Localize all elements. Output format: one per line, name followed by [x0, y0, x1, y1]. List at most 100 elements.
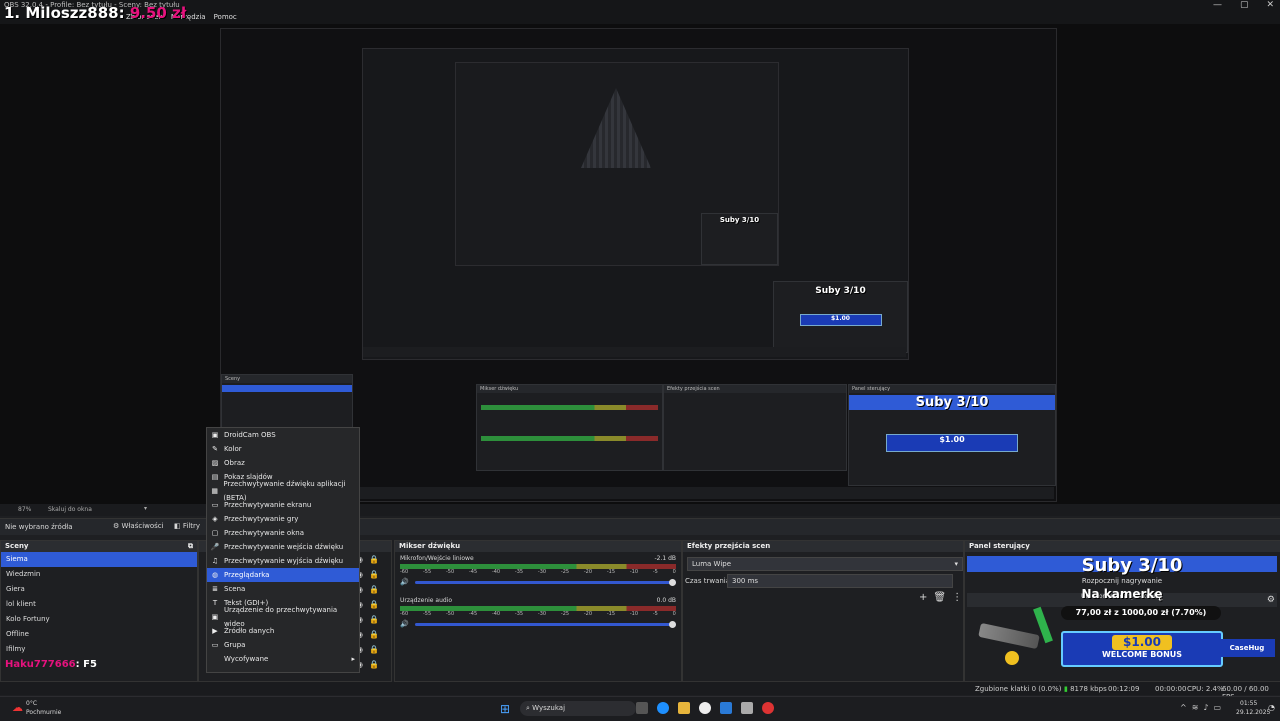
scale-tick: -45 [468, 569, 478, 575]
clock-time[interactable]: 01:55 [1240, 700, 1257, 707]
duration-input[interactable]: 300 ms [727, 574, 953, 588]
task-view-icon[interactable] [636, 702, 648, 714]
lock-icon[interactable]: 🔒 [369, 612, 379, 627]
chrome-icon[interactable] [762, 702, 774, 714]
context-menu-item[interactable]: ▨ Obraz [207, 456, 359, 470]
scene-item[interactable]: Giera [1, 582, 197, 597]
chevron-up-icon[interactable]: ^ [1180, 703, 1187, 712]
lock-icon[interactable]: 🔒 [369, 582, 379, 597]
taskbar-search[interactable]: ⌕ Wyszukaj [520, 701, 636, 716]
scale-tick: -40 [491, 611, 501, 617]
camera-icon: ▣ [211, 431, 219, 439]
volume-slider[interactable] [414, 578, 676, 586]
volume-slider[interactable] [414, 620, 676, 628]
widget-suby: Suby 3/10 [1081, 555, 1183, 576]
context-menu-item[interactable]: ◍ Przeglądarka [207, 568, 359, 582]
store-icon[interactable] [741, 702, 753, 714]
taskbar-apps [636, 702, 774, 714]
lock-icon[interactable]: 🔒 [369, 642, 379, 657]
clock-date[interactable]: 29.12.2025 [1236, 709, 1270, 716]
brush-icon: ✎ [212, 445, 218, 453]
bitrate: ▮ 8178 kbps [1064, 685, 1107, 693]
context-menu-item[interactable]: ♫ Przechwytywanie wyjścia dźwięku [207, 554, 359, 568]
volume-icon[interactable]: ♪ [1203, 703, 1208, 712]
app-audio-icon: ▦ [211, 487, 218, 495]
context-menu-item[interactable]: ▣ Urządzenie do przechwytywania wideo [207, 606, 359, 628]
scale-tick: -55 [422, 611, 432, 617]
context-menu-item[interactable]: ✎ Kolor [207, 442, 359, 456]
wifi-icon[interactable]: ≋ [1192, 703, 1199, 712]
context-menu-item[interactable]: ▣ DroidCam OBS [207, 428, 359, 442]
scene-item[interactable]: lol klient [1, 597, 197, 612]
lock-icon[interactable]: 🔒 [369, 627, 379, 642]
mail-icon[interactable] [720, 702, 732, 714]
scale-tick: -50 [445, 611, 455, 617]
scale-tick: 0 [672, 611, 676, 617]
context-menu-item[interactable]: ▭ Grupa [207, 638, 359, 652]
explorer-icon[interactable] [678, 702, 690, 714]
zoom-level[interactable]: 87% [18, 506, 31, 513]
slider-knob[interactable] [669, 578, 676, 586]
lock-icon[interactable]: 🔒 [369, 567, 379, 582]
scale-tick: -35 [514, 569, 524, 575]
context-menu-item[interactable]: ≣ Scena [207, 582, 359, 596]
notification-icon[interactable]: ◔ [1268, 703, 1275, 712]
battery-icon[interactable]: ▭ [1214, 703, 1222, 712]
nested-meter-1 [481, 405, 658, 410]
scale-tick: -10 [629, 569, 639, 575]
transition-select[interactable]: Luma Wipe ▾ [687, 557, 963, 571]
context-menu-item[interactable]: ▦ Przechwytywanie dźwięku aplikacji (BETA… [207, 480, 359, 502]
obs-icon[interactable] [699, 702, 711, 714]
trash-icon[interactable]: 🗑 [933, 592, 946, 603]
context-menu-label: Źródło danych [224, 627, 275, 635]
edge-icon[interactable] [657, 702, 669, 714]
controls-header: Panel sterujący [965, 541, 1280, 552]
context-menu-label: Przeglądarka [224, 571, 270, 579]
preview-nested-capture-3: Suby 3/10 [455, 62, 779, 266]
gamepad-icon: ◈ [212, 515, 218, 523]
context-menu-item[interactable]: 🎤 Przechwytywanie wejścia dźwięku [207, 540, 359, 554]
scale-tick: -20 [583, 569, 593, 575]
properties-button[interactable]: ⚙ Właściwości [113, 522, 164, 530]
text-icon: T [212, 599, 218, 607]
scale-tick: -15 [606, 569, 616, 575]
lock-icon[interactable]: 🔒 [369, 552, 379, 567]
transitions-dock: Efekty przejścia scen Luma Wipe ▾ Czas tr… [682, 540, 964, 682]
chevron-down-icon[interactable]: ▾ [144, 505, 147, 512]
lock-icon[interactable]: 🔒 [369, 657, 379, 672]
scene-item[interactable]: Siema [1, 552, 197, 567]
speaker-icon[interactable]: 🔊 [400, 620, 409, 628]
add-icon[interactable]: + [919, 592, 927, 603]
slider-knob[interactable] [669, 620, 676, 628]
weather-desc[interactable]: Pochmurnie [26, 709, 61, 716]
stream-time: 00:12:09 [1108, 685, 1140, 693]
mixer-header: Mikser dźwięku [395, 541, 681, 552]
menu-bar: Zbiór scen Narzędzia Pomoc [0, 12, 1280, 24]
lock-icon[interactable]: 🔒 [369, 597, 379, 612]
start-recording-button[interactable]: Rozpocznij nagrywanie [967, 577, 1277, 585]
context-menu-item[interactable]: Wycofywane ▸ [207, 652, 359, 666]
nested2-bonus: $1.00 [799, 314, 882, 326]
minimize-icon[interactable]: — [1213, 0, 1222, 10]
speaker-icon[interactable]: 🔊 [400, 578, 409, 586]
scene-item[interactable]: Wiedzmin [1, 567, 197, 582]
scale-to-window[interactable]: Skaluj do okna [48, 506, 92, 513]
context-menu-item[interactable]: ◈ Przechwytywanie gry [207, 512, 359, 526]
menu-help[interactable]: Pomoc [214, 13, 237, 21]
windows-start-icon[interactable]: ⊞ [500, 702, 510, 716]
filters-button[interactable]: ◧ Filtry [174, 522, 200, 530]
scene-item[interactable]: Kolo Fortuny [1, 612, 197, 627]
scene-item[interactable]: Offline [1, 627, 197, 642]
context-menu-label: Przechwytywanie wejścia dźwięku [224, 543, 344, 551]
context-menu-item[interactable]: ▢ Przechwytywanie okna [207, 526, 359, 540]
meter-scale: -60 -55 -50 -45 -40 -35 -30 -25 -20 -15 -10 -5 0 [400, 569, 676, 575]
channel-db: 0.0 dB [656, 597, 676, 604]
maximize-icon[interactable]: ▢ [1240, 0, 1249, 10]
scale-tick: -30 [537, 611, 547, 617]
donation-overlay: 1. Miloszz888: 9.50 zł [4, 4, 186, 22]
chat-message: : F5 [75, 659, 97, 670]
channel-name: Mikrofon/Wejście liniowe [400, 555, 474, 562]
scene-item[interactable]: Ifilmy [1, 642, 197, 657]
more-icon[interactable]: ⋮ [952, 592, 962, 603]
close-icon[interactable]: ✕ [1266, 0, 1274, 10]
